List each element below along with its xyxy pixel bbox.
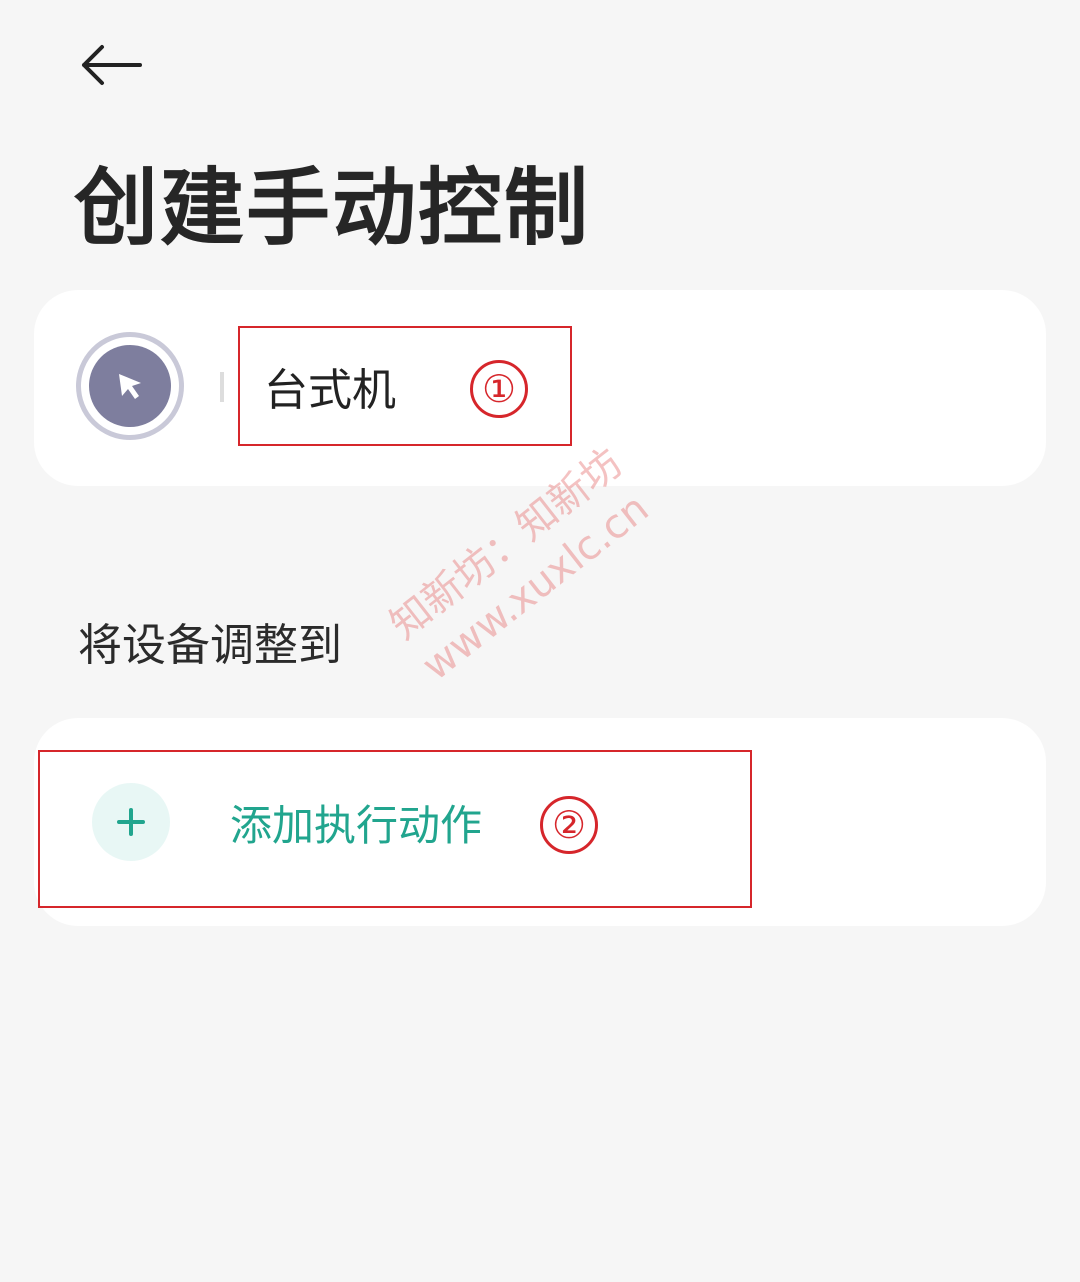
annotation-marker-2: ② xyxy=(540,796,598,854)
arrow-left-icon xyxy=(78,43,142,91)
section-label: 将设备调整到 xyxy=(78,620,342,671)
annotation-marker-1: ① xyxy=(470,360,528,418)
page-title: 创建手动控制 xyxy=(74,159,591,257)
watermark-line-2: www.xuxlc.cn xyxy=(413,485,658,690)
back-button[interactable] xyxy=(70,32,150,102)
annotation-box-2 xyxy=(38,750,752,908)
cursor-arrow-icon xyxy=(89,345,171,427)
text-cursor xyxy=(220,372,224,402)
device-avatar[interactable] xyxy=(76,332,184,440)
